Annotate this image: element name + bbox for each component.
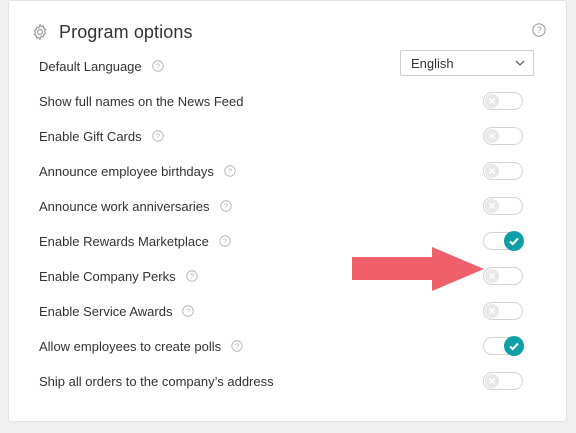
toggle-switch[interactable]	[483, 92, 523, 110]
close-icon	[489, 203, 495, 209]
default-language-label: Default Language	[39, 58, 142, 74]
svg-text:?: ?	[223, 237, 227, 246]
option-row: Announce work anniversaries?	[39, 194, 534, 218]
option-label: Allow employees to create polls	[39, 338, 222, 354]
toggle-knob-on	[504, 336, 524, 356]
option-label: Show full names on the News Feed	[39, 93, 244, 109]
svg-text:?: ?	[156, 62, 160, 71]
option-row: Enable Gift Cards?	[39, 124, 534, 148]
panel-header: Program options	[31, 19, 193, 45]
option-label: Announce work anniversaries	[39, 198, 210, 214]
toggle-switch[interactable]	[483, 162, 523, 180]
option-row: Announce employee birthdays?	[39, 159, 534, 183]
question-icon[interactable]: ?	[231, 340, 243, 352]
check-icon	[509, 342, 519, 351]
question-icon[interactable]: ?	[219, 235, 231, 247]
language-select[interactable]: English	[400, 50, 534, 76]
toggle-knob-off	[485, 304, 499, 318]
toggle-knob-off	[485, 374, 499, 388]
option-label: Enable Gift Cards	[39, 128, 142, 144]
close-icon	[489, 168, 495, 174]
toggle-switch[interactable]	[483, 127, 523, 145]
svg-text:?: ?	[223, 202, 227, 211]
question-icon[interactable]: ?	[219, 200, 232, 212]
svg-text:?: ?	[537, 25, 542, 35]
close-icon	[489, 98, 495, 104]
toggle-knob-off	[485, 164, 499, 178]
question-icon[interactable]: ?	[224, 165, 236, 177]
question-icon[interactable]: ?	[182, 305, 195, 317]
toggle-switch[interactable]	[483, 336, 524, 356]
question-icon: ?	[532, 23, 546, 37]
toggle-switch[interactable]	[483, 372, 523, 390]
chevron-down-icon	[515, 60, 525, 66]
option-row: Show full names on the News Feed	[39, 89, 534, 113]
option-row: Ship all orders to the company’s address	[39, 369, 534, 393]
close-icon	[489, 378, 495, 384]
svg-text:?: ?	[189, 272, 193, 281]
toggle-knob-off	[485, 94, 499, 108]
page-title: Program options	[59, 21, 193, 42]
language-select-value: English	[411, 55, 454, 71]
toggle-knob-off	[485, 199, 499, 213]
close-icon	[489, 273, 495, 279]
annotation-arrow	[352, 247, 484, 291]
svg-text:?: ?	[186, 307, 190, 316]
svg-text:?: ?	[156, 132, 160, 141]
question-icon[interactable]: ?	[151, 130, 164, 142]
toggle-knob-off	[485, 129, 499, 143]
close-icon	[489, 308, 495, 314]
option-label: Enable Service Awards	[39, 303, 173, 319]
default-language-row: Default Language ? English	[39, 50, 534, 78]
option-label: Ship all orders to the company’s address	[39, 373, 274, 389]
toggle-switch[interactable]	[483, 231, 524, 251]
toggle-switch[interactable]	[483, 302, 523, 320]
option-label: Enable Company Perks	[39, 268, 176, 284]
toggle-knob-on	[504, 231, 524, 251]
header-help-button[interactable]: ?	[532, 23, 546, 42]
svg-text:?: ?	[235, 342, 239, 351]
question-icon[interactable]: ?	[151, 60, 164, 72]
option-row: Allow employees to create polls?	[39, 334, 534, 358]
option-label: Enable Rewards Marketplace	[39, 233, 209, 249]
svg-text:?: ?	[228, 167, 232, 176]
option-label: Announce employee birthdays	[39, 163, 214, 179]
program-options-panel: Program options ? Default Language ? Eng…	[8, 0, 567, 422]
question-icon[interactable]: ?	[185, 270, 198, 282]
close-icon	[489, 133, 495, 139]
check-icon	[509, 237, 519, 246]
toggle-switch[interactable]	[483, 267, 523, 285]
option-row: Enable Service Awards?	[39, 299, 534, 323]
gear-icon	[33, 23, 47, 41]
toggle-switch[interactable]	[483, 197, 523, 215]
